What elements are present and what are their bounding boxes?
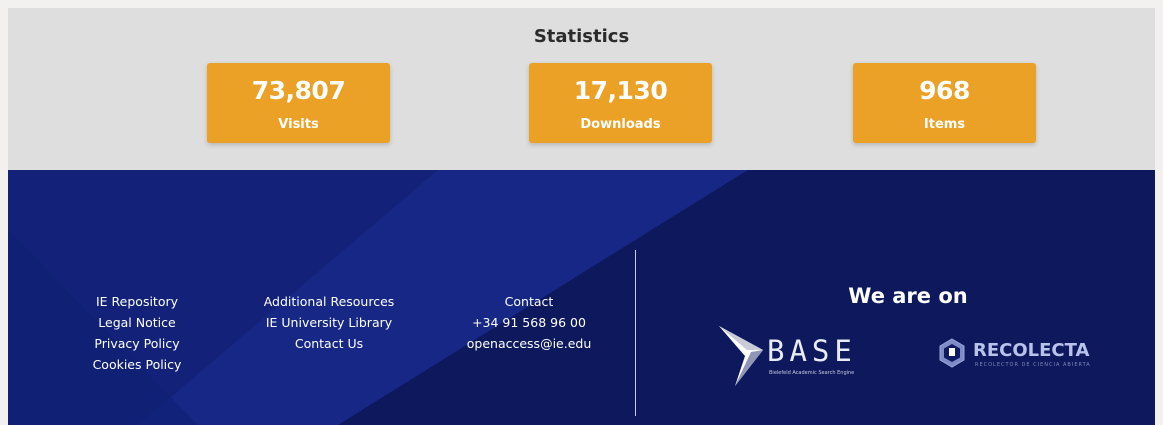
- footer-link-legal-notice[interactable]: Legal Notice: [62, 312, 212, 333]
- footer-contact-email[interactable]: openaccess@ie.edu: [447, 333, 611, 354]
- stat-label-downloads: Downloads: [580, 117, 661, 132]
- recolecta-logo-name: RECOLECTA: [973, 340, 1090, 361]
- footer-link-contact-us[interactable]: Contact Us: [236, 333, 422, 354]
- statistics-section: Statistics 73,807 Visits 17,130 Download…: [8, 8, 1155, 170]
- recolecta-logo-link[interactable]: RECOLECTA RECOLECTOR DE CIENCIA ABIERTA: [937, 335, 1117, 375]
- stat-value-downloads: 17,130: [573, 76, 668, 105]
- stat-label-items: Items: [923, 117, 966, 132]
- footer-contact-label: Contact: [504, 294, 554, 309]
- base-logo-tagline: Bielefeld Academic Search Engine: [769, 370, 855, 376]
- footer-contact: Contact +34 91 568 96 00 openaccess@ie.e…: [447, 291, 611, 354]
- statistics-title: Statistics: [533, 26, 630, 47]
- stat-value-visits: 73,807: [251, 76, 346, 105]
- site-footer: IE Repository Legal Notice Privacy Polic…: [8, 170, 1155, 425]
- footer-link-ie-repository[interactable]: IE Repository: [62, 291, 212, 312]
- stat-value-items: 968: [919, 76, 970, 105]
- base-logo-name: BASE: [767, 334, 857, 368]
- footer-link-cookies-policy[interactable]: Cookies Policy: [62, 354, 212, 375]
- footer-link-ie-university-library[interactable]: IE University Library: [236, 312, 422, 333]
- recolecta-logo-tagline: RECOLECTOR DE CIENCIA ABIERTA: [975, 362, 1091, 368]
- we-are-on-heading: We are on: [848, 284, 968, 308]
- footer-contact-phone[interactable]: +34 91 568 96 00: [447, 312, 611, 333]
- base-logo-link[interactable]: BASE Bielefeld Academic Search Engine: [717, 320, 897, 390]
- recolecta-hexagon-icon: [939, 338, 965, 368]
- footer-link-additional-resources[interactable]: Additional Resources: [236, 291, 422, 312]
- footer-link-privacy-policy[interactable]: Privacy Policy: [62, 333, 212, 354]
- stat-card-items: 968 Items: [853, 63, 1036, 143]
- stat-label-visits: Visits: [278, 117, 319, 132]
- footer-links-col1: IE Repository Legal Notice Privacy Polic…: [62, 291, 212, 375]
- footer-links-col2: Additional Resources IE University Libra…: [236, 291, 422, 354]
- stat-card-visits: 73,807 Visits: [207, 63, 390, 143]
- stat-card-downloads: 17,130 Downloads: [529, 63, 712, 143]
- footer-divider: [635, 250, 636, 416]
